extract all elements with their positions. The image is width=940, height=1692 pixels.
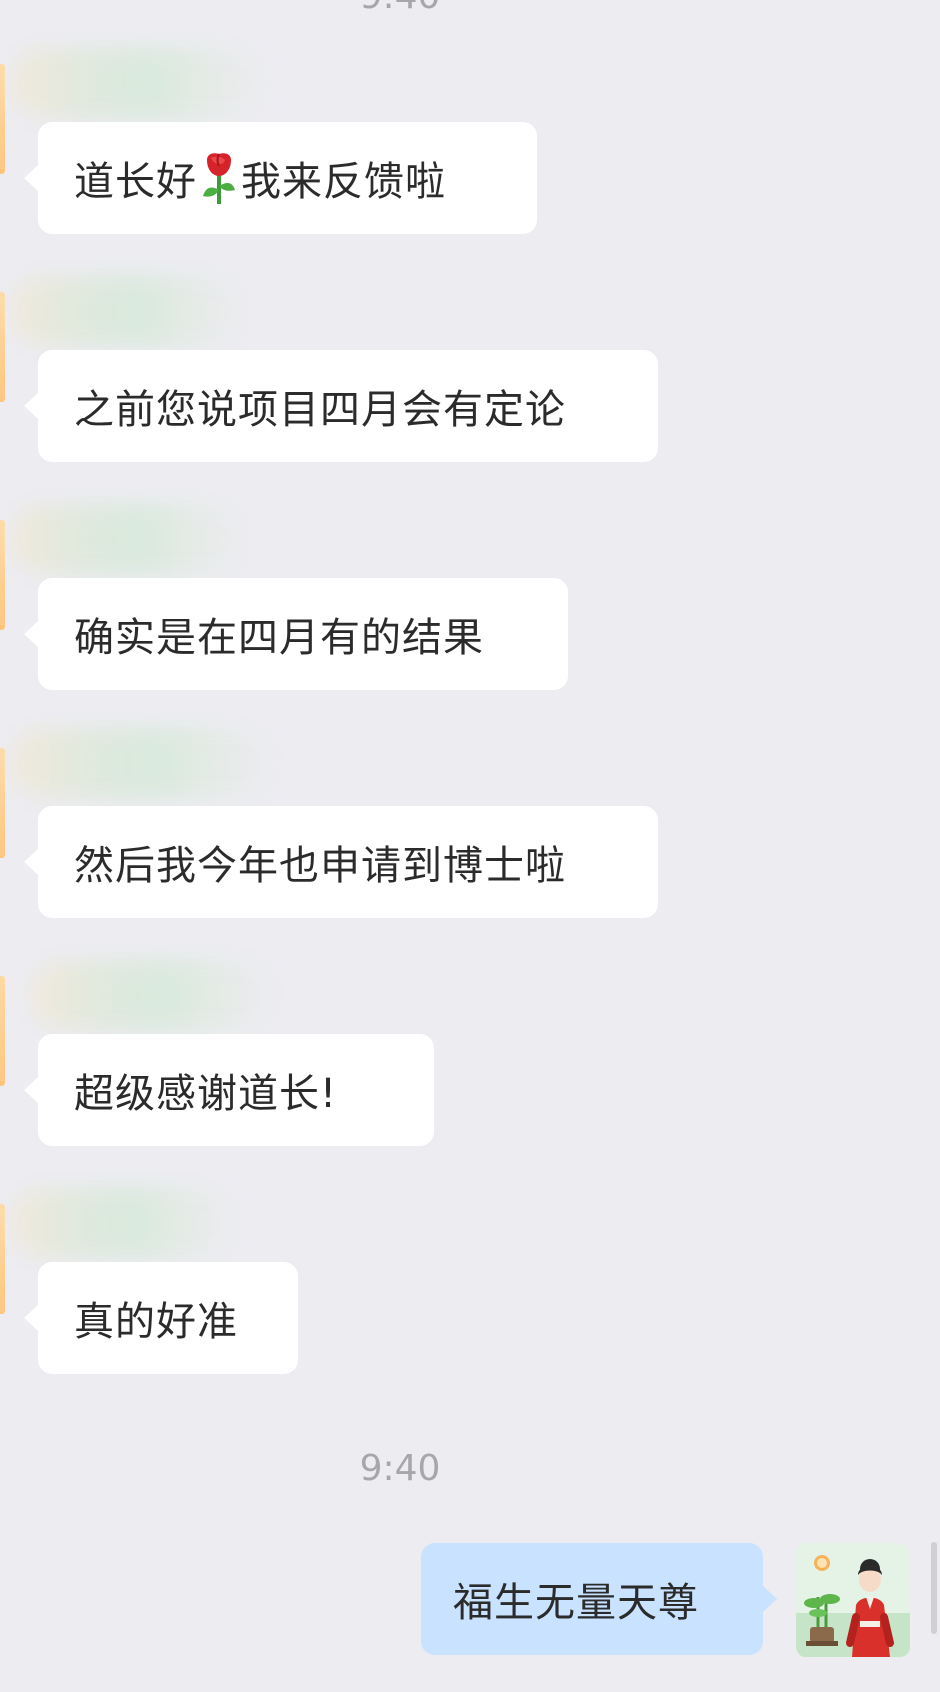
- sender-name-blurred: [10, 1188, 240, 1258]
- message-text: 超级感谢道长!: [74, 1071, 338, 1117]
- sender-name-blurred: [10, 504, 250, 574]
- sender-indicator: [0, 976, 5, 1086]
- message-bubble[interactable]: 超级感谢道长!: [24, 1034, 434, 1146]
- message-bubble[interactable]: 之前您说项目四月会有定论: [24, 350, 658, 462]
- outgoing-message-bubble[interactable]: 福生无量天尊: [421, 1543, 777, 1655]
- timestamp-divider: 9:40: [359, 1448, 441, 1489]
- timestamp: 9:40: [0, 0, 800, 17]
- message-bubble[interactable]: 然后我今年也申请到博士啦: [24, 806, 658, 918]
- message-text: 然后我今年也申请到博士啦: [74, 843, 566, 889]
- message-bubble[interactable]: 确实是在四月有的结果: [24, 578, 568, 690]
- message-text: 之前您说项目四月会有定论: [74, 387, 566, 433]
- sender-name-blurred: [10, 728, 280, 798]
- message-text: 道长好: [74, 159, 197, 205]
- message-bubble[interactable]: 道长好 我来反馈啦: [24, 122, 537, 234]
- message-text: 真的好准: [74, 1299, 238, 1345]
- sender-name-blurred: [10, 276, 250, 346]
- message-bubble[interactable]: 真的好准: [24, 1262, 298, 1374]
- sender-indicator: [0, 748, 5, 858]
- sender-name-blurred: [30, 960, 280, 1030]
- message-text: 确实是在四月有的结果: [74, 615, 484, 661]
- sender-indicator: [0, 1204, 5, 1314]
- scrollbar[interactable]: [931, 1542, 937, 1634]
- message-text: 我来反馈啦: [241, 159, 446, 205]
- rose-icon: [199, 150, 239, 206]
- user-avatar[interactable]: [796, 1543, 910, 1657]
- sender-indicator: [0, 520, 5, 630]
- sender-name-blurred: [10, 48, 270, 118]
- sender-indicator: [0, 292, 5, 402]
- message-text: 福生无量天尊: [453, 1580, 699, 1626]
- sender-indicator: [0, 64, 5, 174]
